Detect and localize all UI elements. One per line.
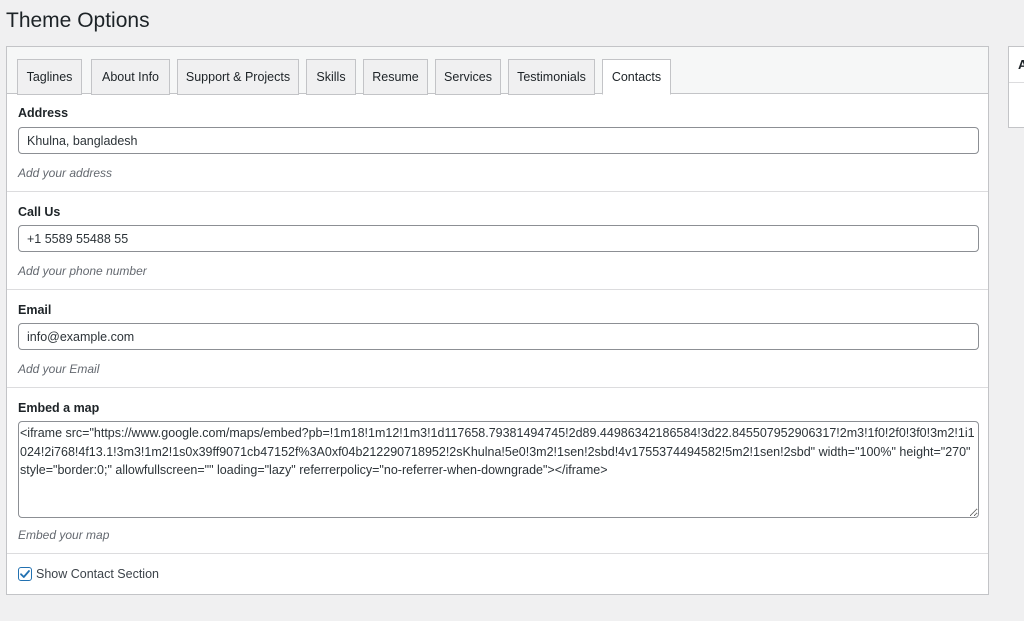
- tab-services[interactable]: Services: [435, 59, 501, 95]
- show-contact-checkbox[interactable]: [18, 567, 32, 581]
- tab-bar: Taglines About Info Support & Projects S…: [7, 47, 988, 95]
- email-help: Add your Email: [18, 362, 100, 376]
- tab-testimonials[interactable]: Testimonials: [508, 59, 595, 95]
- tab-support-projects[interactable]: Support & Projects: [177, 59, 299, 95]
- map-label: Embed a map: [18, 401, 100, 415]
- theme-options-panel: Taglines About Info Support & Projects S…: [6, 46, 989, 595]
- email-input[interactable]: [18, 323, 979, 350]
- address-input[interactable]: [18, 127, 979, 154]
- email-field-group: Email Add your Email: [7, 290, 988, 388]
- address-help: Add your address: [18, 166, 113, 180]
- map-help: Embed your map: [18, 528, 110, 542]
- tab-resume[interactable]: Resume: [363, 59, 428, 95]
- call-us-input[interactable]: [18, 225, 979, 252]
- map-field-group: Embed a map Embed your map: [7, 388, 988, 554]
- address-field-group: Address Add your address: [7, 94, 988, 192]
- show-contact-row: Show Contact Section: [18, 567, 159, 581]
- side-meta-box: A: [1008, 46, 1024, 128]
- address-label: Address: [18, 106, 69, 120]
- map-embed-textarea[interactable]: [18, 421, 979, 518]
- call-us-help: Add your phone number: [18, 264, 147, 278]
- tab-contacts[interactable]: Contacts: [602, 59, 671, 95]
- tab-taglines[interactable]: Taglines: [17, 59, 82, 95]
- email-label: Email: [18, 303, 52, 317]
- side-box-heading: A: [1009, 47, 1024, 83]
- call-us-field-group: Call Us Add your phone number: [7, 192, 988, 290]
- tab-about-info[interactable]: About Info: [91, 59, 170, 95]
- show-contact-label: Show Contact Section: [36, 567, 159, 581]
- checkmark-icon: [20, 570, 30, 578]
- page-title: Theme Options: [6, 9, 150, 32]
- call-us-label: Call Us: [18, 205, 61, 219]
- tab-skills[interactable]: Skills: [306, 59, 356, 95]
